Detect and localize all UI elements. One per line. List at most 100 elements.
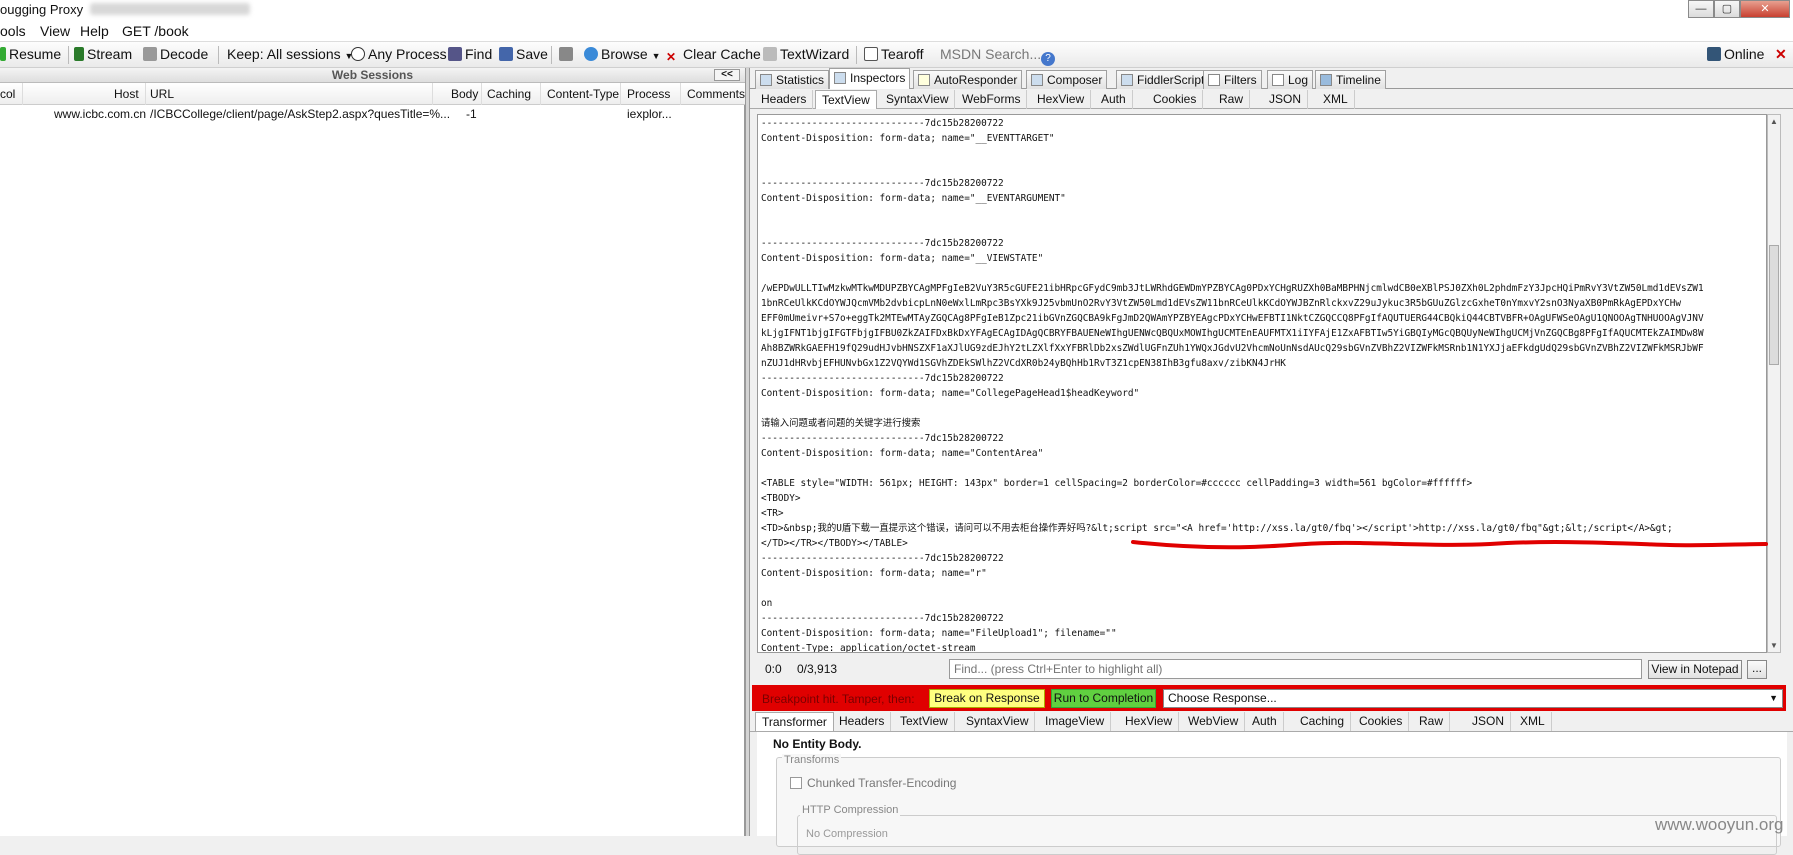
tab-fiddlerscript[interactable]: FiddlerScript [1116, 70, 1210, 89]
response-inspector-tabs: Transformer Headers TextView SyntaxView … [750, 711, 1793, 732]
red-annotation-underline [1131, 540, 1768, 550]
keep-sessions-dropdown[interactable]: Keep: All sessions ▼ [227, 46, 353, 62]
text-line: Content-Disposition: form-data; name="Co… [761, 388, 1140, 399]
menu-get-book[interactable]: GET /book [122, 23, 189, 39]
column-caching[interactable]: Caching [487, 87, 531, 101]
column-process[interactable]: Process [627, 87, 670, 101]
session-process: iexplor... [627, 107, 672, 121]
online-indicator[interactable]: Online [1707, 46, 1764, 62]
tab-response-webview[interactable]: WebView [1182, 712, 1246, 731]
text-line [761, 401, 1704, 416]
tab-response-caching[interactable]: Caching [1294, 712, 1352, 731]
scroll-up-icon[interactable]: ▲ [1770, 117, 1778, 126]
collapse-sessions-button[interactable]: << [714, 69, 740, 81]
run-to-completion-button[interactable]: Run to Completion [1051, 689, 1156, 708]
screenshot-button[interactable] [559, 46, 576, 62]
tab-request-cookies[interactable]: Cookies [1147, 90, 1204, 109]
textview-scrollbar[interactable]: ▲ ▼ [1767, 114, 1781, 653]
checkbox-icon [1208, 74, 1220, 86]
any-process-button[interactable]: Any Process [351, 46, 447, 62]
choose-response-dropdown[interactable]: Choose Response... ▼ [1163, 689, 1783, 708]
find-input[interactable] [949, 659, 1642, 679]
help-icon[interactable]: ? [1041, 46, 1058, 66]
tab-request-textview[interactable]: TextView [815, 90, 877, 109]
stream-button[interactable]: Stream [74, 46, 132, 62]
view-in-notepad-button[interactable]: View in Notepad [1648, 660, 1742, 679]
text-line: Ah8BZWRkGAEFH19fQ29udHJvbHNSZXF1aXJlUG9z… [761, 343, 1704, 354]
decode-icon [143, 47, 157, 61]
inspector-icon [834, 72, 846, 84]
tab-request-webforms[interactable]: WebForms [956, 90, 1028, 109]
divider [218, 46, 219, 64]
web-sessions-header: Web Sessions [0, 68, 745, 83]
tab-filters[interactable]: Filters [1203, 70, 1262, 89]
close-toolbar-icon[interactable]: ✕ [1775, 46, 1787, 63]
tab-request-hexview[interactable]: HexView [1031, 90, 1092, 109]
break-on-response-button[interactable]: Break on Response [929, 689, 1045, 708]
tab-log[interactable]: Log [1267, 70, 1314, 89]
tab-request-syntaxview[interactable]: SyntaxView [880, 90, 956, 109]
stream-icon [74, 47, 84, 61]
column-body[interactable]: Body [451, 87, 478, 101]
tab-request-headers[interactable]: Headers [755, 90, 814, 109]
more-options-button[interactable]: ... [1747, 660, 1767, 679]
network-icon [1707, 47, 1721, 61]
tab-response-imageview[interactable]: ImageView [1039, 712, 1112, 731]
msdn-search-input[interactable]: MSDN Search... [940, 46, 1041, 62]
column-url[interactable]: URL [150, 87, 174, 101]
decode-button[interactable]: Decode [143, 46, 208, 62]
tab-response-json[interactable]: JSON [1466, 712, 1512, 731]
tab-composer[interactable]: Composer [1026, 70, 1108, 89]
divider [68, 46, 69, 64]
tearoff-button[interactable]: Tearoff [864, 46, 924, 62]
tab-timeline[interactable]: Timeline [1315, 70, 1386, 89]
menu-tools[interactable]: ools [0, 23, 26, 39]
tab-statistics[interactable]: Statistics [755, 70, 830, 89]
tab-response-auth[interactable]: Auth [1246, 712, 1284, 731]
request-textview[interactable]: -----------------------------7dc15b28200… [757, 114, 1767, 653]
column-host[interactable]: Host [114, 87, 139, 101]
tab-request-auth[interactable]: Auth [1095, 90, 1133, 109]
text-line: Content-Disposition: form-data; name="__… [761, 253, 1044, 264]
text-line: -----------------------------7dc15b28200… [761, 373, 1004, 384]
tab-response-headers[interactable]: Headers [833, 712, 892, 731]
sessions-column-headers: col Host URL Body Caching Content-Type P… [0, 83, 745, 105]
tab-request-raw[interactable]: Raw [1213, 90, 1251, 109]
maximize-button[interactable]: ▢ [1714, 0, 1740, 18]
tab-response-cookies[interactable]: Cookies [1353, 712, 1410, 731]
tab-autoresponder[interactable]: AutoResponder [913, 70, 1023, 89]
tab-request-json[interactable]: JSON [1263, 90, 1309, 109]
camera-icon [559, 47, 573, 61]
clear-cache-button[interactable]: ✕ Clear Cache [666, 46, 761, 65]
text-line: on [761, 598, 773, 609]
minimize-button[interactable]: — [1688, 0, 1714, 18]
text-line: nZUJ1dHRvbjEFHUNvbGx1Z2VQYWd1SGVhZDEkSWl… [761, 358, 1286, 369]
column-comments[interactable]: Comments [687, 87, 745, 101]
column-protocol[interactable]: col [0, 87, 15, 101]
tab-response-syntaxview[interactable]: SyntaxView [960, 712, 1036, 731]
resume-button[interactable]: Resume [0, 46, 61, 62]
text-line: -----------------------------7dc15b28200… [761, 118, 1004, 129]
tab-response-xml[interactable]: XML [1514, 712, 1552, 731]
tab-response-transformer[interactable]: Transformer [755, 712, 834, 731]
tab-response-textview[interactable]: TextView [894, 712, 955, 731]
scroll-down-icon[interactable]: ▼ [1770, 641, 1778, 650]
text-line: Content-Type: application/octet-stream [761, 643, 976, 653]
find-button[interactable]: Find [448, 46, 492, 62]
no-compression-radio[interactable]: No Compression [806, 828, 888, 840]
wand-icon [763, 47, 777, 61]
tab-inspectors[interactable]: Inspectors [829, 68, 911, 89]
column-content-type[interactable]: Content-Type [547, 87, 619, 101]
main-tabs: Statistics Inspectors AutoResponder Comp… [750, 68, 1793, 89]
close-window-button[interactable]: ✕ [1740, 0, 1790, 18]
browse-button[interactable]: Browse ▼ [584, 46, 661, 62]
chunked-encoding-checkbox[interactable]: Chunked Transfer-Encoding [790, 776, 956, 790]
save-button[interactable]: Save [499, 46, 548, 62]
tab-response-hexview[interactable]: HexView [1119, 712, 1180, 731]
menu-help[interactable]: Help [80, 23, 109, 39]
textwizard-button[interactable]: TextWizard [763, 46, 849, 62]
scroll-thumb[interactable] [1769, 245, 1779, 365]
menu-view[interactable]: View [40, 23, 70, 39]
tab-response-raw[interactable]: Raw [1413, 712, 1451, 731]
tab-request-xml[interactable]: XML [1317, 90, 1355, 109]
